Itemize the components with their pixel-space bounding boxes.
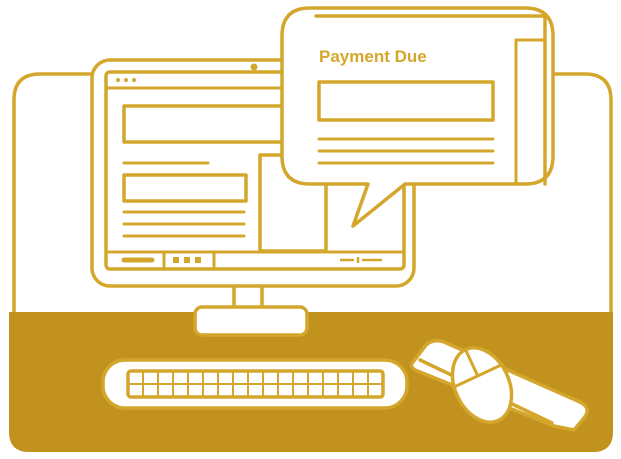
callout-title: Payment Due xyxy=(319,47,427,66)
window-dot xyxy=(116,78,120,82)
keyboard-icon xyxy=(101,358,409,410)
payment-due-illustration: Payment Due xyxy=(9,6,613,452)
taskbar-app xyxy=(184,257,190,263)
window-dot xyxy=(132,78,136,82)
taskbar-app xyxy=(173,257,179,263)
webcam-dot xyxy=(250,63,258,71)
window-dot xyxy=(124,78,128,82)
taskbar-app xyxy=(195,257,201,263)
monitor-stand xyxy=(193,280,309,337)
